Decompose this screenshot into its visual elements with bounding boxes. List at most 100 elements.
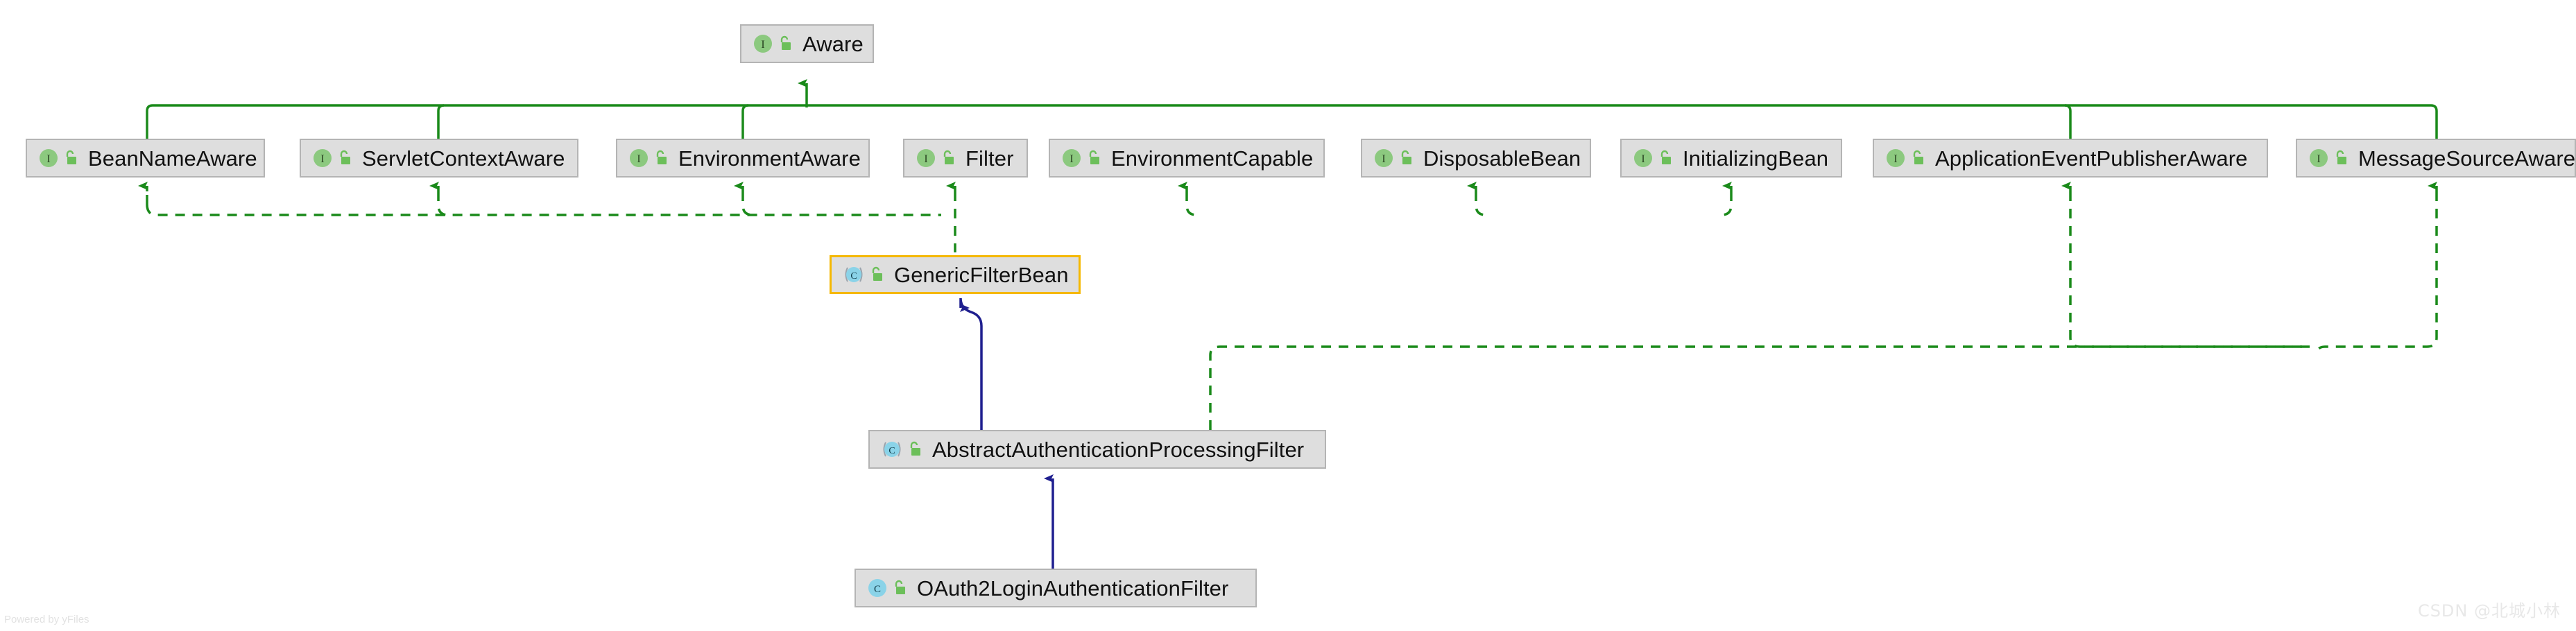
node-icon-group: I (1622, 148, 1683, 168)
node-application-event-publisher-aware[interactable]: I ApplicationEventPublisherAware (1873, 139, 2268, 178)
node-icon-group: I (904, 148, 965, 168)
edge-group-realization-generic-filter-bean (146, 191, 1733, 252)
edge-branch-servlet-context (437, 104, 445, 139)
edge-layer (138, 79, 2438, 569)
edge-branch-environment-aware (741, 104, 749, 139)
node-label: InitializingBean (1683, 146, 1829, 171)
unlocked-padlock-icon (910, 441, 920, 456)
svg-text:I: I (637, 153, 640, 165)
unlocked-padlock-icon (66, 150, 76, 164)
interface-icon: I (2310, 149, 2328, 167)
node-bean-name-aware[interactable]: I BeanNameAware (26, 139, 265, 178)
edge-aapf-to-app-event-publisher (2069, 191, 2310, 348)
unlocked-padlock-icon (1660, 150, 1671, 164)
node-label: ApplicationEventPublisherAware (1935, 146, 2248, 171)
node-label: Filter (965, 146, 1014, 171)
edge-gfb-branch-disposable-bean (1475, 191, 1486, 216)
node-label: MessageSourceAware (2358, 146, 2576, 171)
node-servlet-context-aware[interactable]: I ServletContextAware (300, 139, 578, 178)
interface-icon: I (754, 35, 772, 53)
svg-text:I: I (2317, 153, 2320, 165)
node-icon-group: I (1874, 148, 1935, 168)
edge-aapf-to-generic-filter-bean (959, 297, 983, 430)
node-icon-group: I (301, 148, 362, 168)
edge-group-realization-arrowheads-aapf (2061, 182, 2438, 191)
watermark-powered-by: Powered by yFiles (4, 614, 89, 625)
interface-icon: I (1063, 149, 1081, 167)
unlocked-padlock-icon (780, 35, 791, 50)
svg-text:I: I (924, 153, 927, 165)
node-initializing-bean[interactable]: I InitializingBean (1620, 139, 1842, 178)
edge-aapf-to-message-source (2315, 191, 2438, 356)
edge-gfb-bus (146, 204, 941, 216)
node-icon-group: I (1050, 148, 1111, 168)
unlocked-padlock-icon (943, 150, 954, 164)
svg-text:I: I (1382, 153, 1385, 165)
unlocked-padlock-icon (872, 266, 882, 281)
node-icon-group: I (617, 148, 678, 168)
svg-text:C: C (888, 446, 895, 456)
node-icon-group: I (2297, 148, 2358, 168)
node-label: AbstractAuthenticationProcessingFilter (932, 437, 1305, 462)
node-icon-group: C (870, 439, 932, 460)
node-icon-group: C (856, 578, 917, 598)
node-label: EnvironmentCapable (1111, 146, 1314, 171)
node-oauth2-login-authentication-filter[interactable]: C OAuth2LoginAuthenticationFilter (855, 569, 1257, 607)
svg-text:I: I (1894, 153, 1897, 165)
node-environment-aware[interactable]: I EnvironmentAware (616, 139, 870, 178)
svg-text:I: I (1641, 153, 1645, 165)
svg-text:C: C (850, 271, 857, 282)
edge-gfb-branch-initializing-bean (1721, 191, 1733, 216)
svg-text:I: I (1070, 153, 1073, 165)
svg-text:C: C (874, 584, 881, 595)
uml-class-diagram: I Aware I BeanNameAware I ServletContext… (0, 0, 2576, 631)
node-label: ServletContextAware (362, 146, 565, 171)
class-icon: C (868, 579, 886, 597)
unlocked-padlock-icon (1401, 150, 1411, 164)
node-filter[interactable]: I Filter (903, 139, 1028, 178)
node-icon-group: C (832, 264, 894, 285)
edge-aapf-lower-bus (1209, 345, 2303, 430)
node-icon-group: I (741, 33, 802, 54)
unlocked-padlock-icon (656, 150, 667, 164)
node-icon-group: I (27, 148, 88, 168)
interface-icon: I (1375, 149, 1393, 167)
edge-gfb-branch-environment-aware (741, 191, 753, 216)
node-label: EnvironmentAware (678, 146, 861, 171)
edge-group-generalization-to-aware (146, 79, 2438, 139)
abstract-class-icon: C (845, 267, 863, 282)
unlocked-padlock-icon (1089, 150, 1099, 164)
edge-bus-horizontal (146, 104, 2438, 139)
node-message-source-aware[interactable]: I MessageSourceAware (2296, 139, 2576, 178)
unlocked-padlock-icon (895, 580, 905, 594)
node-generic-filter-bean[interactable]: C GenericFilterBean (830, 255, 1081, 294)
interface-icon: I (630, 149, 648, 167)
node-label: DisposableBean (1423, 146, 1581, 171)
svg-text:I: I (761, 39, 764, 51)
interface-icon: I (40, 149, 58, 167)
node-label: OAuth2LoginAuthenticationFilter (917, 576, 1229, 600)
unlocked-padlock-icon (2336, 150, 2346, 164)
node-aware[interactable]: I Aware (740, 24, 874, 63)
abstract-class-icon: C (883, 442, 901, 457)
edge-gfb-branch-environment-capable (1185, 191, 1197, 216)
unlocked-padlock-icon (340, 150, 350, 164)
interface-icon: I (917, 149, 935, 167)
node-environment-capable[interactable]: I EnvironmentCapable (1049, 139, 1325, 178)
node-icon-group: I (1362, 148, 1423, 168)
interface-icon: I (1887, 149, 1905, 167)
node-label: BeanNameAware (88, 146, 257, 171)
node-abstract-authentication-processing-filter[interactable]: C AbstractAuthenticationProcessingFilter (868, 430, 1326, 469)
interface-icon: I (1634, 149, 1652, 167)
node-label: Aware (802, 31, 864, 56)
node-disposable-bean[interactable]: I DisposableBean (1361, 139, 1591, 178)
edge-gfb-branch-servlet (437, 191, 449, 216)
interface-icon: I (314, 149, 332, 167)
node-label: GenericFilterBean (894, 262, 1069, 287)
unlocked-padlock-icon (1913, 150, 1923, 164)
edge-group-realization-arrowheads-gfb (138, 182, 1733, 191)
svg-text:I: I (46, 153, 50, 165)
watermark-csdn-author: CSDN @北城小林 (2417, 601, 2561, 621)
svg-text:I: I (320, 153, 324, 165)
edge-group-realization-aapf (1209, 191, 2438, 430)
